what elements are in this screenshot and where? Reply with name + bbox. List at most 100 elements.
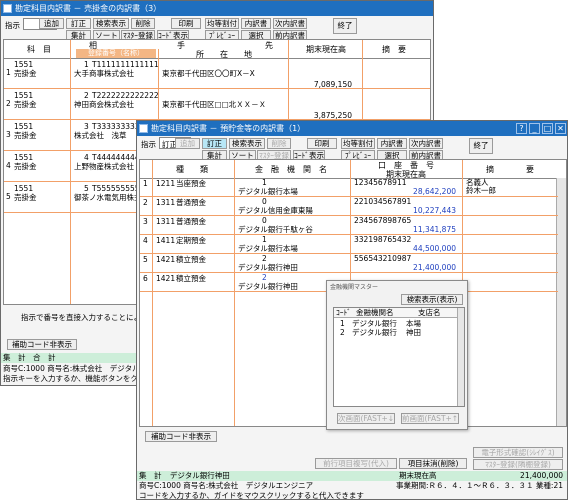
type-code: 1421 bbox=[156, 255, 176, 264]
type-code: 1211 bbox=[156, 179, 176, 188]
aite-code: 4 bbox=[84, 153, 89, 162]
front-btn-row1-0[interactable]: 追加 bbox=[175, 138, 200, 149]
deposit-balance: 10,227,443 bbox=[413, 206, 456, 215]
item-delete-button[interactable]: 項目抹消(削除) bbox=[399, 458, 467, 469]
kamoku-name: 売掛金 bbox=[14, 131, 37, 140]
header-balance: 期末現在高 bbox=[306, 45, 346, 54]
back-exit-button[interactable]: 終了 bbox=[333, 18, 357, 34]
front-summary-bar: 集 計 デジタル銀行神田 期末現在高 21,400,000 bbox=[137, 471, 567, 481]
back-btn-row1-0[interactable]: 追加 bbox=[39, 18, 64, 29]
popup-next-button[interactable]: 次画面(FAST+↓) bbox=[337, 413, 395, 424]
kamoku-code: 1551 bbox=[14, 153, 34, 162]
table-row[interactable]: 1 1551 売掛金 1 T1111111111111 大手商事株式会社 東京都千代田区〇〇… bbox=[4, 58, 430, 89]
popup-item-code: 1 bbox=[340, 319, 345, 328]
row-number: 1 bbox=[6, 68, 11, 77]
front-btn-row1-1[interactable]: 訂正 bbox=[202, 138, 227, 149]
row-number: 4 bbox=[143, 236, 148, 245]
front-btn-row1-5[interactable]: 均等割付 bbox=[341, 138, 375, 149]
table-row[interactable]: 2 1311 普通預金 0 デジタル信用金庫東陽 221034567891 10,227,4… bbox=[140, 197, 558, 216]
kamoku-name: 売掛金 bbox=[14, 162, 37, 171]
type-code: 1311 bbox=[156, 198, 176, 207]
back-window-titlebar: 勘定科目内訳書 － 売掛金の内訳書（3） bbox=[1, 1, 433, 16]
deposit-balance: 44,500,000 bbox=[413, 244, 456, 253]
table-row[interactable]: 3 1311 普通預金 0 デジタル銀行千駄ヶ谷 234567898765 11,341,8… bbox=[140, 216, 558, 235]
maximize-button[interactable]: □ bbox=[542, 123, 553, 134]
kamoku-code: 1551 bbox=[14, 91, 34, 100]
row-number: 1 bbox=[143, 179, 148, 188]
registration-number: T1111111111111 bbox=[92, 60, 159, 69]
aite-code: 3 bbox=[84, 122, 89, 131]
deposit-type: 普通預金 bbox=[176, 217, 206, 226]
popup-item-code: 2 bbox=[340, 328, 345, 337]
prev-item-copy-button[interactable]: 前行項目複写(代入) bbox=[315, 458, 397, 469]
row-number: 2 bbox=[143, 198, 148, 207]
e-filing-check-button[interactable]: 電子形式確認(ｼﾚｲｸﾞｽ) bbox=[473, 447, 563, 458]
master-register-button[interactable]: ﾏｽﾀｰ登録(隣棚登録) bbox=[473, 459, 563, 470]
kamoku-code: 1551 bbox=[14, 122, 34, 131]
back-summary-label: 集 計 合 計 bbox=[3, 353, 56, 362]
back-hojo-code-button[interactable]: 補助コード非表示 bbox=[7, 339, 77, 350]
table-row[interactable]: 1 1211 当座預金 1 デジタル銀行本場 12345678911 28,642,200 名… bbox=[140, 178, 558, 197]
back-btn-row1-1[interactable]: 訂正 bbox=[66, 18, 91, 29]
front-summary-bank: デジタル銀行神田 bbox=[169, 471, 230, 480]
account-number: 556543210987 bbox=[354, 254, 412, 263]
front-exit-button[interactable]: 終了 bbox=[469, 138, 493, 154]
popup-search-button[interactable]: 検索表示(表示) bbox=[401, 294, 463, 305]
row-number: 3 bbox=[143, 217, 148, 226]
front-window-titlebar: 勘定科目内訳書 － 預貯金等の内訳書（1） ? _ □ ✕ bbox=[137, 121, 567, 136]
table-row[interactable]: 2 1551 売掛金 2 T2222222222222 神田商会株式会社 東京都千代田区□□… bbox=[4, 89, 430, 120]
account-number: 332198765432 bbox=[354, 235, 412, 244]
popup-item-branch: 神田 bbox=[406, 328, 421, 337]
help-button[interactable]: ? bbox=[516, 123, 527, 134]
popup-scrollbar[interactable] bbox=[457, 308, 464, 406]
back-btn-row1-6[interactable]: 内訳書 bbox=[241, 18, 271, 29]
header-kinyu: 金 融 機 関 名 bbox=[255, 165, 327, 174]
account-number: 12345678911 bbox=[354, 178, 407, 187]
front-btn-row1-3[interactable]: 削除 bbox=[267, 138, 291, 149]
app-icon bbox=[3, 4, 12, 13]
note-line2: 鈴木一郎 bbox=[466, 186, 496, 195]
popup-list-header: ｺｰﾄﾞ 金融機関名 支店名 bbox=[334, 308, 464, 318]
front-btn-row1-7[interactable]: 次内訳書 bbox=[409, 138, 443, 149]
row-number: 3 bbox=[6, 130, 11, 139]
row-number: 4 bbox=[6, 161, 11, 170]
back-btn-row1-3[interactable]: 削除 bbox=[131, 18, 155, 29]
popup-prev-button[interactable]: 前画面(FAST+↑) bbox=[401, 413, 459, 424]
kamoku-code: 1551 bbox=[14, 60, 34, 69]
type-code: 1411 bbox=[156, 236, 176, 245]
front-btn-row1-4[interactable]: 印刷 bbox=[307, 138, 337, 149]
back-btn-row1-5[interactable]: 均等割付 bbox=[205, 18, 239, 29]
popup-list: ｺｰﾄﾞ 金融機関名 支店名 1 デジタル銀行 本場 2 デジタル銀行 神田 bbox=[333, 307, 465, 407]
deposit-balance: 28,642,200 bbox=[413, 187, 456, 196]
bank-code: 1 bbox=[262, 178, 267, 187]
front-btn-row1-2[interactable]: 検索表示 bbox=[229, 138, 265, 149]
header-meisho-text: 登録番号（名称） bbox=[88, 49, 144, 57]
shiji-label: 指示 bbox=[5, 21, 20, 30]
row-number: 5 bbox=[143, 255, 148, 264]
deposit-balance: 11,341,875 bbox=[413, 225, 456, 234]
front-status-line2: コードを入力するか、ガイドをマウスクリックすると代入できます bbox=[139, 491, 364, 500]
back-btn-row1-4[interactable]: 印刷 bbox=[171, 18, 201, 29]
front-status-line1: 商号C:1000 商号名:株式会社 デジタルエンジニア 事業期間:Ｒ６．４．１～… bbox=[137, 481, 567, 491]
deposit-type: 当座預金 bbox=[176, 179, 206, 188]
close-button[interactable]: ✕ bbox=[555, 123, 566, 134]
minimize-button[interactable]: _ bbox=[529, 123, 540, 134]
back-hint: 指示で番号を直接入力することによ bbox=[21, 313, 141, 322]
type-code: 1311 bbox=[156, 217, 176, 226]
front-hojo-code-button[interactable]: 補助コード非表示 bbox=[145, 431, 217, 442]
back-btn-row1-2[interactable]: 検索表示 bbox=[93, 18, 129, 29]
app-icon bbox=[139, 124, 148, 133]
popup-list-item[interactable]: 2 デジタル銀行 神田 bbox=[334, 328, 458, 337]
popup-list-item[interactable]: 1 デジタル銀行 本場 bbox=[334, 319, 458, 328]
front-btn-row1-6[interactable]: 内訳書 bbox=[377, 138, 407, 149]
back-btn-row1-7[interactable]: 次内訳書 bbox=[273, 18, 307, 29]
type-code: 1421 bbox=[156, 274, 176, 283]
bank-master-popup: 金融機関マスター 検索表示(表示) ｺｰﾄﾞ 金融機関名 支店名 1 デジタル銀行… bbox=[326, 280, 468, 430]
table-row[interactable]: 5 1421 積立預金 2 デジタル銀行神田 556543210987 21,400,000 bbox=[140, 254, 558, 273]
front-status-company: 商号C:1000 商号名:株式会社 デジタルエンジニア bbox=[139, 481, 314, 490]
popup-col-branch: 支店名 bbox=[418, 308, 441, 317]
table-row[interactable]: 4 1411 定期預金 1 デジタル銀行本場 332198765432 44,500,000 bbox=[140, 235, 558, 254]
registration-number: T2222222222222 bbox=[92, 91, 159, 100]
account-number: 221034567891 bbox=[354, 197, 412, 206]
kamoku-name: 売掛金 bbox=[14, 100, 37, 109]
